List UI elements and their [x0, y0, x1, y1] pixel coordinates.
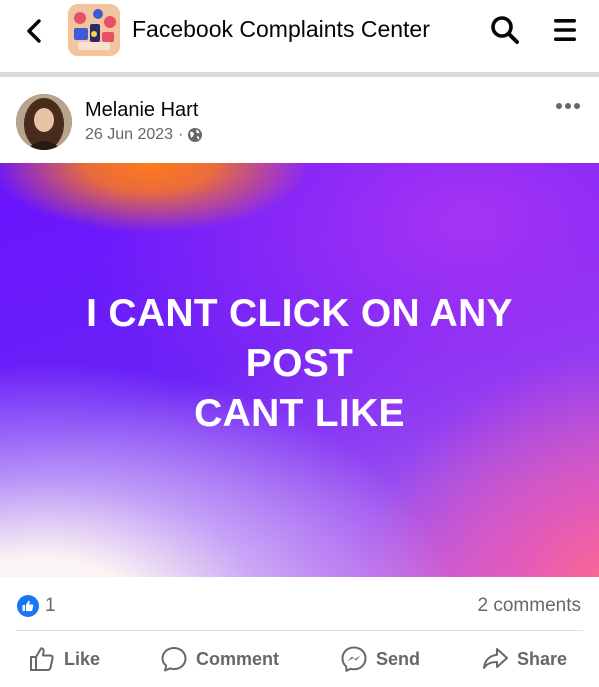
top-bar: Facebook Complaints Center	[0, 0, 599, 62]
comment-label: Comment	[196, 648, 280, 669]
group-avatar[interactable]	[68, 4, 120, 56]
banner-line-3: CANT LIKE	[194, 392, 405, 435]
search-icon	[491, 16, 519, 44]
like-label: Like	[64, 648, 101, 669]
post-stats: 1 2 comments	[0, 578, 599, 630]
send-label: Send	[376, 648, 421, 669]
share-arrow-icon	[483, 648, 508, 669]
action-bar: Like Comment Send Share	[0, 631, 599, 687]
back-button[interactable]	[18, 14, 50, 48]
menu-button[interactable]	[550, 15, 580, 45]
author-name[interactable]: Melanie Hart	[85, 98, 198, 122]
thumbs-up-icon	[22, 600, 34, 612]
banner-line-2: POST	[245, 342, 354, 385]
author-avatar[interactable]	[16, 94, 72, 150]
comment-count[interactable]: 2 comments	[478, 594, 581, 618]
comment-button[interactable]: Comment	[160, 643, 279, 675]
chevron-left-icon	[27, 19, 41, 43]
like-count[interactable]: 1	[45, 594, 56, 618]
post-header: Melanie Hart 26 Jun 2023 ·	[0, 77, 599, 163]
messenger-icon	[341, 646, 367, 672]
send-button[interactable]: Send	[340, 643, 420, 675]
group-illustration	[68, 4, 120, 56]
globe-icon	[188, 128, 203, 142]
post-date[interactable]: 26 Jun 2023	[85, 125, 173, 145]
post-meta: 26 Jun 2023 ·	[85, 125, 203, 145]
meta-separator: ·	[178, 126, 184, 143]
avatar-photo	[16, 94, 72, 150]
more-options-button[interactable]	[551, 95, 585, 117]
post-banner[interactable]: I CANT CLICK ON ANY POST CANT LIKE	[0, 163, 599, 577]
share-button[interactable]: Share	[481, 643, 567, 675]
thumbs-up-outline-icon	[30, 647, 54, 671]
more-dots-icon	[556, 103, 580, 109]
like-reaction-icon[interactable]	[17, 595, 39, 617]
like-button[interactable]: Like	[28, 643, 100, 675]
share-label: Share	[517, 648, 568, 669]
search-button[interactable]	[488, 13, 522, 47]
page-title: Facebook Complaints Center	[132, 16, 430, 42]
hamburger-menu-icon	[554, 19, 576, 41]
comment-bubble-icon	[161, 647, 187, 672]
banner-text: I CANT CLICK ON ANY POST CANT LIKE	[0, 289, 599, 439]
banner-line-1: I CANT CLICK ON ANY	[86, 292, 513, 335]
